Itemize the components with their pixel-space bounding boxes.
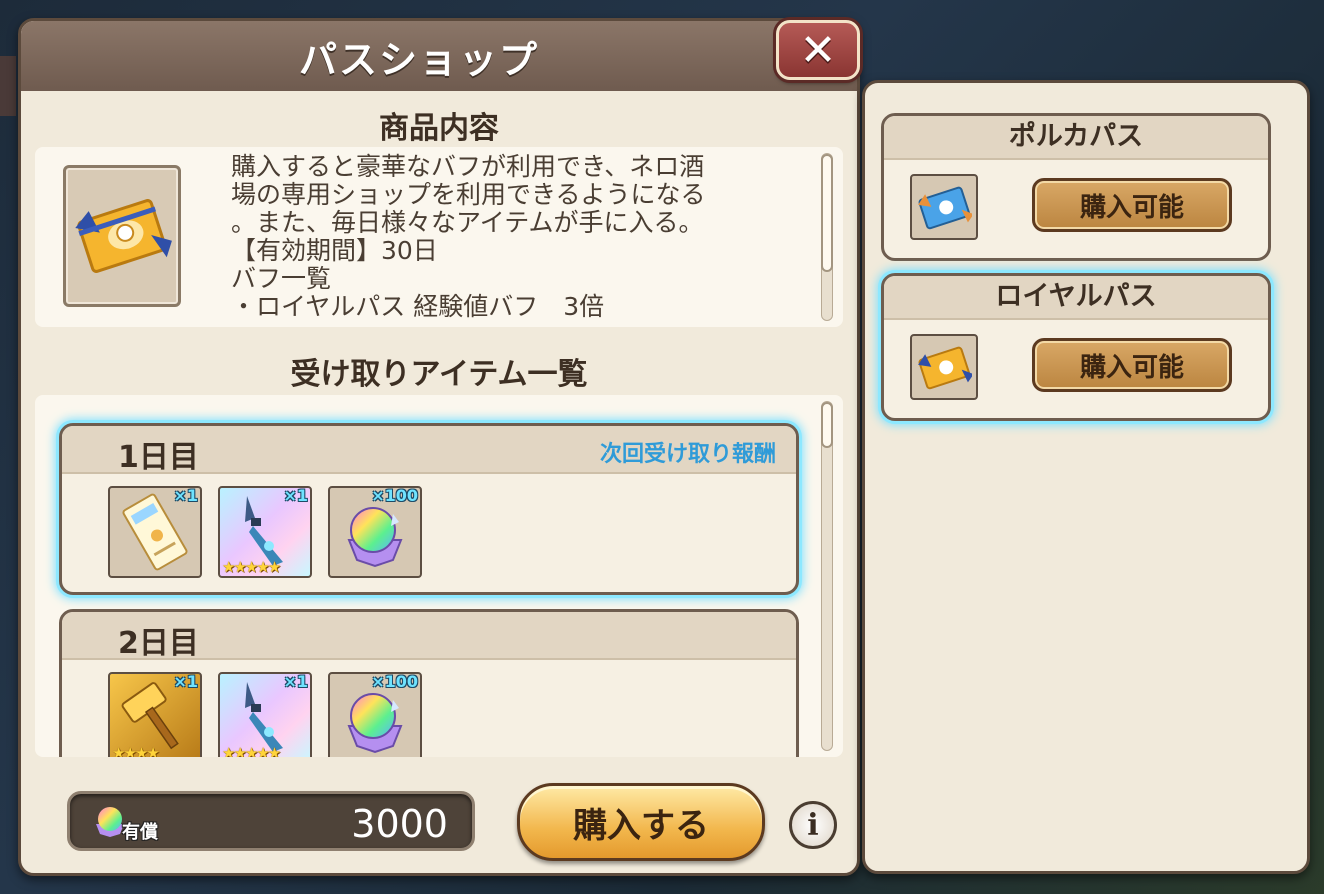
rewards-section-title: 受け取りアイテム一覧 <box>290 357 588 392</box>
reward-item[interactable]: ×100 <box>328 672 422 757</box>
background-fragment <box>0 56 16 116</box>
page-title: パスショップ <box>298 37 539 82</box>
product-section-title: 商品内容 <box>379 111 499 146</box>
item-quantity: ×100 <box>371 672 418 691</box>
day-label: 2日目 <box>118 626 199 661</box>
item-row: ×1 ★★★★ ×1 ★★★★★ ×100 <box>108 672 422 757</box>
description-scrollbar[interactable] <box>821 153 833 321</box>
info-button[interactable]: i <box>789 801 837 849</box>
pass-list-panel: ポルカパス 購入可能 ロイヤルパス 購入可能 <box>862 80 1310 874</box>
reward-item[interactable]: ×1 ★★★★★ <box>218 672 312 757</box>
reward-item[interactable]: ×1 <box>108 486 202 578</box>
pass-card-polka[interactable]: ポルカパス 購入可能 <box>881 113 1271 261</box>
currency-amount: 3000 <box>351 802 448 846</box>
product-description: 購入すると豪華なバフが利用でき、ネロ酒 場の専用ショップを利用できるようになる … <box>231 153 706 321</box>
item-quantity: ×1 <box>283 486 308 505</box>
purchase-available-button[interactable]: 購入可能 <box>1032 338 1232 392</box>
day-header: 2日目 <box>62 612 796 661</box>
item-stars: ★★★★★ <box>222 744 281 757</box>
rewards-list[interactable]: 1日目 次回受け取り報酬 ×1 ×1 ★★★★★ ×100 2日目 ×1 ★★★… <box>35 395 843 757</box>
pass-name: ポルカパス <box>884 116 1268 160</box>
royal-pass-icon <box>63 165 181 307</box>
reward-item[interactable]: ×1 ★★★★ <box>108 672 202 757</box>
gold-pass-icon <box>910 334 978 400</box>
product-description-box[interactable]: 購入すると豪華なバフが利用でき、ネロ酒 場の専用ショップを利用できるようになる … <box>35 147 843 327</box>
rewards-scrollbar[interactable] <box>821 401 833 751</box>
rewards-scroll-thumb[interactable] <box>821 402 833 448</box>
item-quantity: ×1 <box>173 672 198 691</box>
blue-pass-icon <box>910 174 978 240</box>
reward-item[interactable]: ×1 ★★★★★ <box>218 486 312 578</box>
day-header: 1日目 次回受け取り報酬 <box>62 426 796 475</box>
item-quantity: ×100 <box>371 486 418 505</box>
day-card-1: 1日目 次回受け取り報酬 ×1 ×1 ★★★★★ ×100 <box>59 423 799 595</box>
buy-button[interactable]: 購入する <box>517 783 765 861</box>
next-reward-label: 次回受け取り報酬 <box>599 442 776 467</box>
currency-display: 有償 3000 <box>67 791 475 851</box>
description-scroll-thumb[interactable] <box>821 154 833 272</box>
purchase-available-button[interactable]: 購入可能 <box>1032 178 1232 232</box>
pass-name: ロイヤルパス <box>884 276 1268 320</box>
pass-shop-panel: パスショップ 商品内容 購入すると豪華なバフが利用でき、ネロ酒 場の専用ショップ… <box>18 18 860 876</box>
currency-label: 有償 <box>122 822 158 843</box>
reward-item[interactable]: ×100 <box>328 486 422 578</box>
day-card-2: 2日目 ×1 ★★★★ ×1 ★★★★★ ×100 <box>59 609 799 757</box>
item-stars: ★★★★★ <box>222 558 281 576</box>
pass-card-royal[interactable]: ロイヤルパス 購入可能 <box>881 273 1271 421</box>
item-quantity: ×1 <box>173 486 198 505</box>
item-stars: ★★★★ <box>112 744 160 757</box>
close-button[interactable]: ✕ <box>776 20 860 80</box>
item-quantity: ×1 <box>283 672 308 691</box>
item-row: ×1 ×1 ★★★★★ ×100 <box>108 486 422 578</box>
panel-header: パスショップ <box>21 21 857 91</box>
day-label: 1日目 <box>118 440 199 475</box>
